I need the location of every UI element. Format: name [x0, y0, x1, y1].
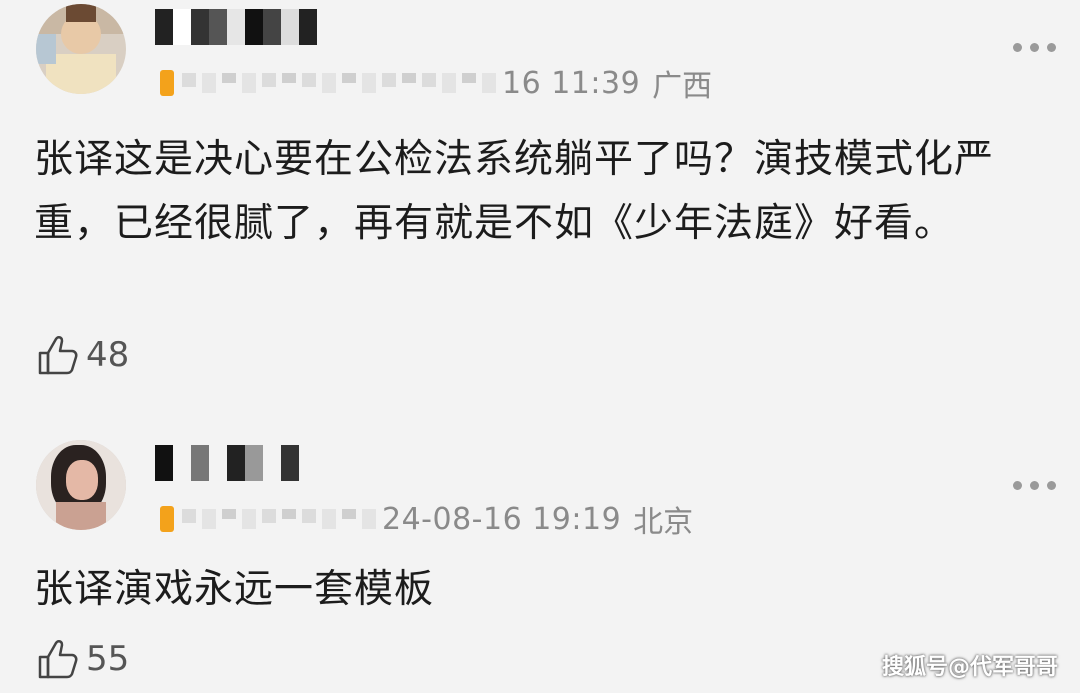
- comment-time: 16 11:39: [502, 65, 641, 101]
- like-button[interactable]: 55: [36, 637, 129, 681]
- username-obscured[interactable]: [155, 9, 317, 45]
- level-badge-icon: [160, 70, 174, 96]
- like-count: 55: [86, 639, 130, 679]
- like-button[interactable]: 48: [36, 333, 129, 377]
- obscured-text: [182, 73, 496, 93]
- level-badge-icon: [160, 506, 174, 532]
- comment-location: 北京: [633, 505, 694, 540]
- thumbs-up-icon: [38, 640, 78, 679]
- more-dots-icon[interactable]: [1013, 481, 1056, 490]
- comment-text: 张译演戏永远一套模板: [34, 567, 435, 612]
- obscured-text: [182, 509, 376, 529]
- like-count: 48: [86, 335, 130, 375]
- more-dots-icon[interactable]: [1013, 43, 1056, 52]
- avatar[interactable]: [36, 4, 126, 94]
- comment-meta: 16 11:39 广西: [160, 65, 712, 104]
- comment-item: 16 11:39 广西 张译这是决心要在公检法系统躺平了吗？演技模式化严重，已经…: [0, 0, 1080, 405]
- comment-text: 张译这是决心要在公检法系统躺平了吗？演技模式化严重，已经很腻了，再有就是不如《少…: [34, 137, 995, 246]
- comment-location: 广西: [652, 69, 713, 104]
- username-obscured[interactable]: [155, 445, 299, 481]
- comment-meta: 24-08-16 19:19 北京: [160, 501, 693, 540]
- comment-time: 24-08-16 19:19: [382, 501, 622, 537]
- avatar[interactable]: [36, 440, 126, 530]
- watermark: 搜狐号@代军哥哥: [881, 655, 1058, 680]
- thumbs-up-icon: [38, 336, 78, 375]
